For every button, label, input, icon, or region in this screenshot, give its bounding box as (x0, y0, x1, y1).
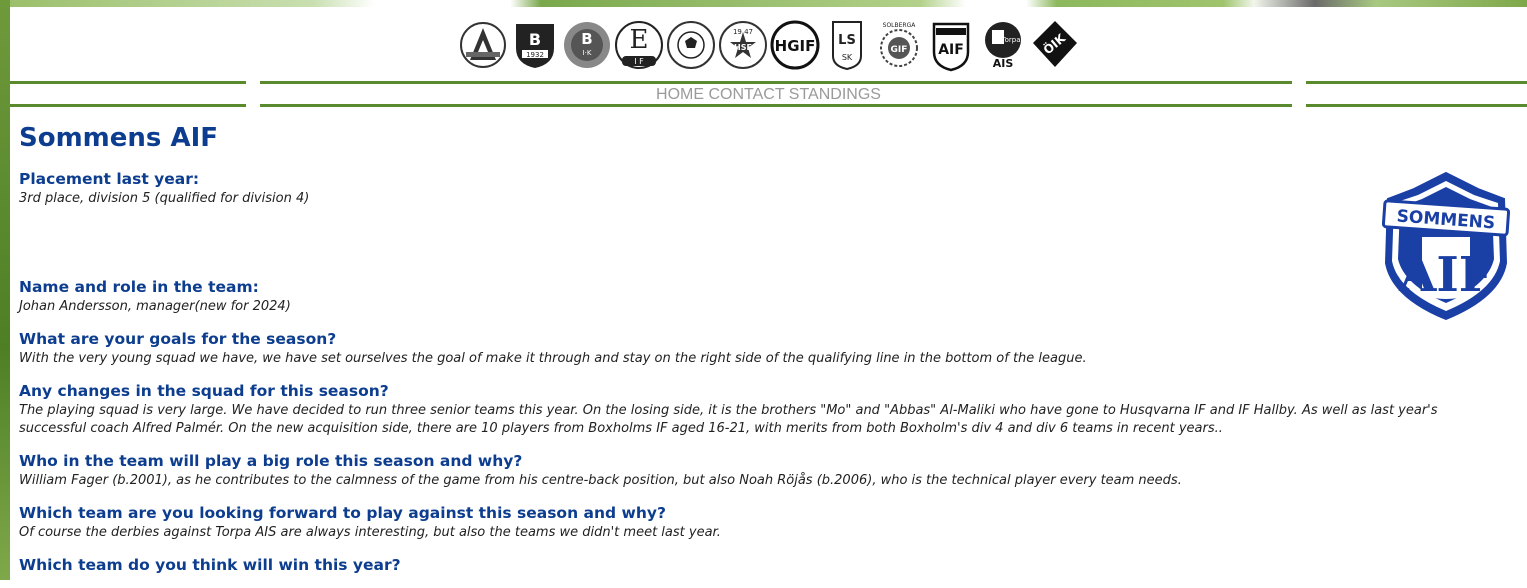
nav-contact-link[interactable]: CONTACT (708, 86, 784, 103)
answer: With the very young squad we have, we ha… (19, 351, 1087, 366)
svg-text:SOLBERGA: SOLBERGA (882, 22, 916, 29)
svg-text:AIF: AIF (938, 42, 964, 58)
qa-item: Which team are you looking forward to pl… (19, 504, 1479, 542)
svg-text:B: B (581, 30, 592, 48)
club-logo-1[interactable] (458, 18, 508, 72)
qa-item: Who in the team will play a big role thi… (19, 452, 1479, 490)
nav-standings-link[interactable]: STANDINGS (789, 86, 881, 103)
club-logo-9[interactable]: SOLBERGA GIF (874, 18, 924, 72)
question: What are your goals for the season? (19, 330, 337, 348)
answer: Johan Andersson, manager(new for 2024) (19, 299, 291, 314)
svg-text:I·K: I·K (582, 49, 591, 57)
svg-text:HSF: HSF (734, 43, 752, 52)
qa-item: Placement last year: 3rd place, division… (19, 170, 1479, 208)
question: Who in the team will play a big role thi… (19, 452, 523, 470)
club-logo-row: B1932 BI·K EI F 19 47HSF HGIF LSSK SOLBE… (10, 17, 1527, 73)
nav-home-link[interactable]: HOME (656, 86, 704, 103)
divider-line (260, 104, 1292, 107)
svg-text:GIF: GIF (890, 45, 907, 55)
club-logo-7[interactable]: HGIF (770, 18, 820, 72)
svg-text:I F: I F (634, 57, 644, 66)
svg-text:LS: LS (838, 33, 856, 48)
svg-text:HGIF: HGIF (774, 37, 815, 55)
svg-text:SK: SK (841, 53, 852, 62)
answer: The playing squad is very large. We have… (19, 403, 1438, 436)
club-logo-6[interactable]: 19 47HSF (718, 18, 768, 72)
club-logo-3[interactable]: B I·K (562, 18, 612, 72)
club-logo-8[interactable]: LS SK (822, 18, 872, 72)
qa-item: Any changes in the squad for this season… (19, 382, 1479, 438)
divider-line (1306, 81, 1527, 84)
answer: William Fager (b.2001), as he contribute… (19, 473, 1182, 488)
team-crest-logo: SOMMENS AIF (1381, 171, 1511, 321)
question: Which team do you think will win this ye… (19, 556, 401, 574)
svg-text:E: E (629, 25, 648, 55)
header-photo-banner (10, 0, 1527, 7)
divider-line (260, 81, 1292, 84)
svg-text:B: B (528, 30, 540, 49)
svg-text:Torpa: Torpa (1000, 36, 1020, 44)
club-logo-5[interactable] (666, 18, 716, 72)
svg-text:1932: 1932 (526, 51, 544, 59)
page-title: Sommens AIF (19, 123, 218, 153)
divider-line (1306, 104, 1527, 107)
qa-item: What are your goals for the season? With… (19, 330, 1479, 368)
main-nav: HOME CONTACT STANDINGS (10, 86, 1527, 104)
club-logo-4[interactable]: E I F (614, 18, 664, 72)
club-logo-11[interactable]: Torpa AIS (978, 18, 1028, 72)
svg-text:AIS: AIS (992, 57, 1013, 70)
answer: Of course the derbies against Torpa AIS … (19, 525, 721, 540)
crest-text-bottom: AIF (1398, 247, 1493, 303)
question: Which team are you looking forward to pl… (19, 504, 666, 522)
club-logo-2[interactable]: B 1932 (510, 18, 560, 72)
club-logo-10[interactable]: AIF (926, 18, 976, 72)
left-decorative-strip (0, 0, 10, 580)
qa-item: Which team do you think will win this ye… (19, 556, 1479, 574)
qa-item: Name and role in the team: Johan Anderss… (19, 278, 1479, 316)
question: Placement last year: (19, 170, 200, 188)
main-content: Sommens AIF Placement last year: 3rd pla… (19, 123, 1479, 588)
divider-line (10, 81, 246, 84)
question: Name and role in the team: (19, 278, 259, 296)
site-header: B1932 BI·K EI F 19 47HSF HGIF LSSK SOLBE… (10, 7, 1527, 107)
divider-line (10, 104, 246, 107)
club-logo-12[interactable]: ÖIK (1030, 18, 1080, 72)
question: Any changes in the squad for this season… (19, 382, 389, 400)
answer: 3rd place, division 5 (qualified for div… (19, 191, 310, 206)
